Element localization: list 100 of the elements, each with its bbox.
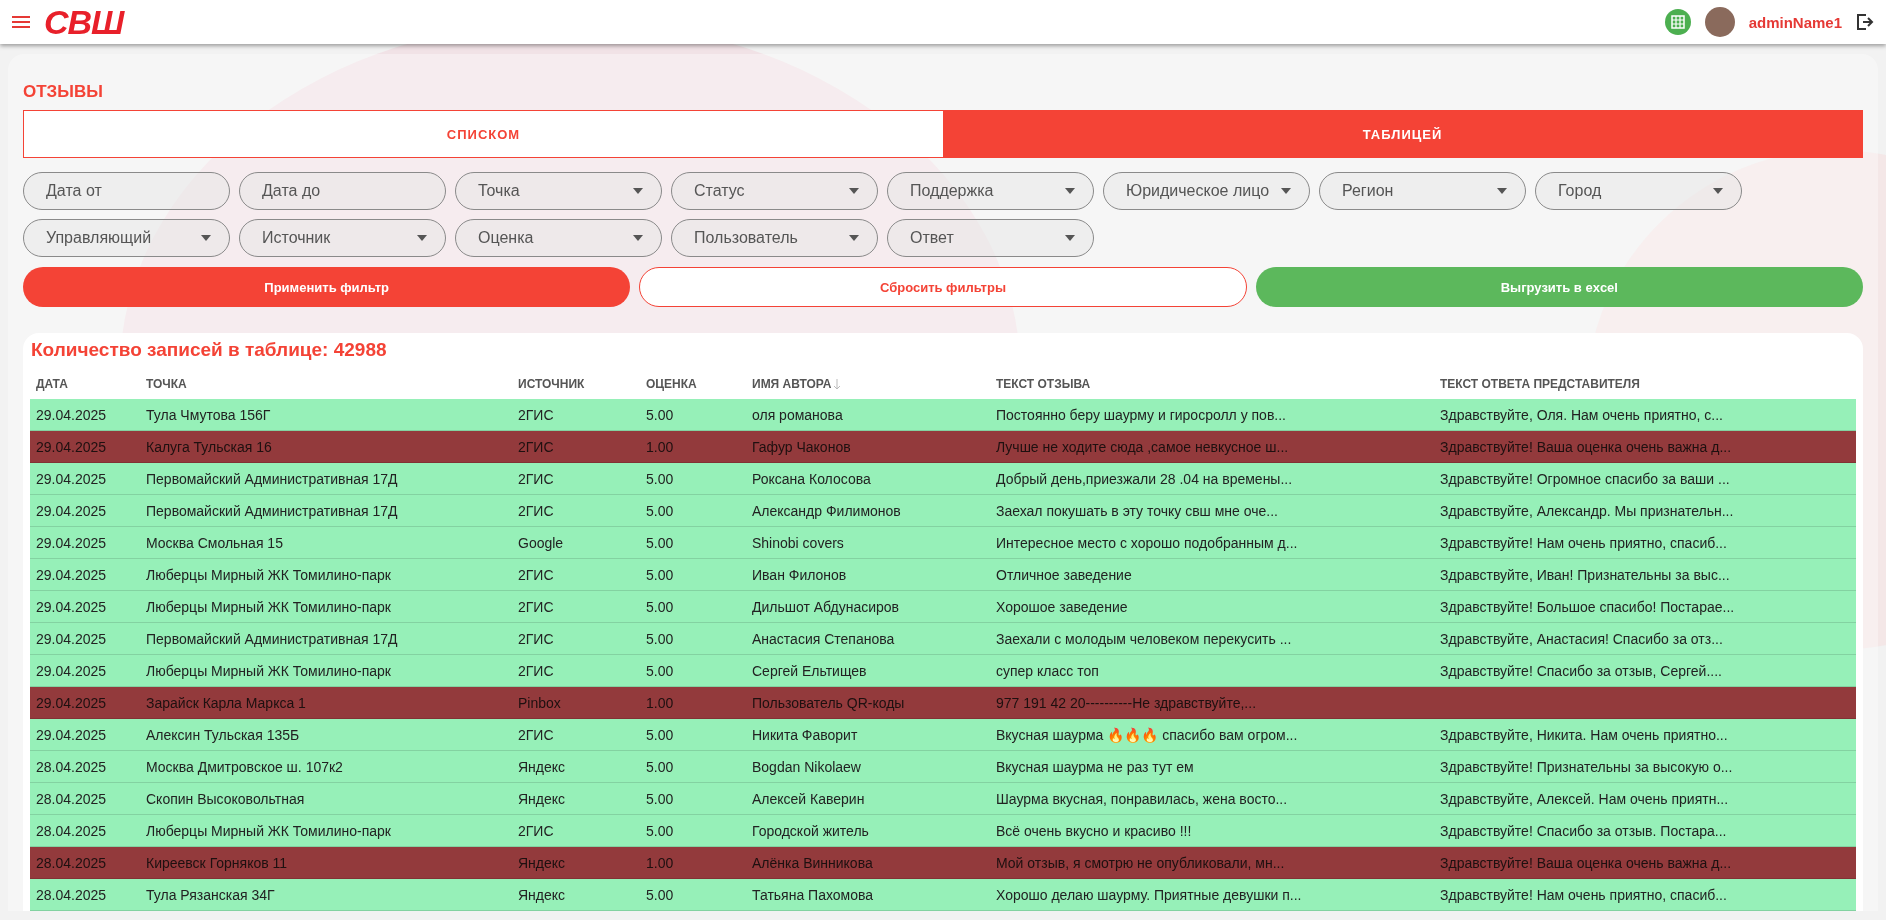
table-cell: 5.00 [640, 718, 746, 751]
record-count: Количество записей в таблице: 42988 [31, 339, 388, 361]
table-cell: Яндекс [512, 846, 640, 879]
table-cell: Алексей Каверин [746, 782, 990, 815]
user-name[interactable]: adminName1 [1748, 13, 1842, 31]
table-row[interactable]: 29.04.2025 Первомайский Административная 17Д 2ГИС 5.00 Александр Филимонов Заехал покушать в эту точку свш мне оче... Здравствуйте, Александр. Мы признательн... [30, 494, 1856, 527]
table-cell: Алексин Тульская 135Б [140, 718, 512, 751]
table-cell: Мой отзыв, я смотрю не опубликовали, мн... [990, 846, 1434, 879]
table-row[interactable]: 29.04.2025 Тула Чмутова 156Г 2ГИС 5.00 оля романова Постоянно беру шаурму и гиросролл у пов... Здравствуйте, Оля. Нам очень приятно, с... [30, 399, 1856, 431]
caret-icon [1281, 188, 1291, 194]
column-header[interactable]: ИМЯ АВТОРА [746, 377, 990, 399]
table-cell: Никита Фаворит [746, 718, 990, 751]
avatar[interactable] [1704, 7, 1735, 37]
filter-dropdown[interactable]: Точка [455, 172, 662, 210]
menu-icon[interactable] [12, 15, 30, 29]
table-cell: Люберцы Мирный ЖК Томилино-парк [140, 590, 512, 623]
table-cell: 2ГИС [512, 622, 640, 655]
date-field[interactable]: Дата от [23, 172, 230, 210]
table-cell: Городской житель [746, 814, 990, 847]
table-row[interactable]: 28.04.2025 Люберцы Мирный ЖК Томилино-парк 2ГИС 5.00 Городской житель Всё очень вкусно и красиво !!! Здравствуйте! Спасибо за отзыв. Постара... [30, 814, 1856, 847]
caret-icon [633, 235, 643, 241]
table-cell: 29.04.2025 [30, 494, 140, 527]
caret-icon [1713, 188, 1723, 194]
logo[interactable]: СВШ [44, 2, 124, 42]
table-cell: 29.04.2025 [30, 430, 140, 463]
table-cell: 28.04.2025 [30, 846, 140, 879]
table-cell: 5.00 [640, 654, 746, 687]
table-cell: Хорошое заведение [990, 590, 1434, 623]
filter-dropdown[interactable]: Поддержка [887, 172, 1094, 210]
view-tab[interactable]: ТАБЛИЦЕЙ [943, 111, 1862, 157]
table-row[interactable]: 29.04.2025 Люберцы Мирный ЖК Томилино-парк 2ГИС 5.00 Сергей Ельтищев супер класс топ Здравствуйте! Спасибо за отзыв, Сергей.... [30, 654, 1856, 687]
table-cell: 1.00 [640, 430, 746, 463]
table-cell: 5.00 [640, 494, 746, 527]
table-cell: Иван Филонов [746, 558, 990, 591]
table-cell: Тула Чмутова 156Г [140, 399, 512, 431]
column-header[interactable]: ДАТА [30, 377, 140, 399]
table-cell: Здравствуйте! Ваша оценка очень важна д... [1434, 430, 1856, 463]
table-row[interactable]: 29.04.2025 Люберцы Мирный ЖК Томилино-парк 2ГИС 5.00 Дильшот Абдунасиров Хорошое заведение Здравствуйте! Большое спасибо! Постарае... [30, 590, 1856, 623]
filter-dropdown[interactable]: Пользователь [671, 219, 878, 257]
spreadsheet-icon[interactable] [1664, 9, 1691, 35]
table-cell: 29.04.2025 [30, 526, 140, 559]
table-cell: Татьяна Пахомова [746, 878, 990, 911]
table-cell: Здравствуйте! Нам очень приятно, спасиб... [1434, 878, 1856, 911]
table-row[interactable]: 29.04.2025 Москва Смольная 15 Google 5.00 Shinobi covers Интересное место с хорошо подобранным д... Здравствуйте! Нам очень приятно, спасиб... [30, 526, 1856, 559]
table-cell: Вкусная шаурма не раз тут ем [990, 750, 1434, 783]
table-cell: 2ГИС [512, 814, 640, 847]
table-cell: 2ГИС [512, 494, 640, 527]
table-cell: Первомайский Административная 17Д [140, 622, 512, 655]
table-cell: оля романова [746, 399, 990, 431]
table-cell: 28.04.2025 [30, 782, 140, 815]
date-field[interactable]: Дата до [239, 172, 446, 210]
filter-dropdown[interactable]: Оценка [455, 219, 662, 257]
table-cell: Здравствуйте! Большое спасибо! Постарае... [1434, 590, 1856, 623]
column-header[interactable]: ТЕКСТ ОТВЕТА ПРЕДСТАВИТЕЛЯ [1434, 377, 1856, 399]
table-cell: 1.00 [640, 686, 746, 719]
apply-button[interactable]: Применить фильтр [23, 267, 631, 307]
table-cell: 977 191 42 20----------Не здравствуйте,... [990, 686, 1434, 719]
column-header[interactable]: ИСТОЧНИК [512, 377, 640, 399]
table-cell: 5.00 [640, 558, 746, 591]
logout-icon[interactable] [1856, 13, 1874, 31]
table-cell: 28.04.2025 [30, 750, 140, 783]
table-cell: Добрый день,приезжали 28 .04 на времены... [990, 462, 1434, 495]
table-cell: 29.04.2025 [30, 558, 140, 591]
table-cell: Вкусная шаурма 🔥🔥🔥 спасибо вам огром... [990, 718, 1434, 751]
table-cell: 5.00 [640, 878, 746, 911]
table-cell: Bogdan Nikolaew [746, 750, 990, 783]
filter-dropdown[interactable]: Статус [671, 172, 878, 210]
table-row[interactable]: 28.04.2025 Скопин Высоковольтная Яндекс 5.00 Алексей Каверин Шаурма вкусная, понравилась, жена восто... Здравствуйте, Алексей. Нам очень приятн... [30, 782, 1856, 815]
table-cell: Первомайский Административная 17Д [140, 462, 512, 495]
table-cell: Александр Филимонов [746, 494, 990, 527]
table-cell: 28.04.2025 [30, 878, 140, 911]
table-row[interactable]: 29.04.2025 Алексин Тульская 135Б 2ГИС 5.00 Никита Фаворит Вкусная шаурма 🔥🔥🔥 спасибо вам огром... Здравствуйте, Никита. Нам очень приятно... [30, 718, 1856, 751]
column-header[interactable]: ТОЧКА [140, 377, 512, 399]
table-row[interactable]: 29.04.2025 Первомайский Административная 17Д 2ГИС 5.00 Роксана Колосова Добрый день,приезжали 28 .04 на времены... Здравствуйте! Огромное спасибо за ваши ... [30, 462, 1856, 495]
table-cell: супер класс топ [990, 654, 1434, 687]
table-row[interactable]: 28.04.2025 Москва Дмитровское ш. 107к2 Яндекс 5.00 Bogdan Nikolaew Вкусная шаурма не раз тут ем Здравствуйте! Признательны за высокую о... [30, 750, 1856, 783]
filter-dropdown[interactable]: Город [1535, 172, 1742, 210]
caret-icon [849, 188, 859, 194]
table-row[interactable]: 29.04.2025 Первомайский Административная 17Д 2ГИС 5.00 Анастасия Степанова Заехали с молодым человеком перекусить ... Здравствуйте, Анастасия! Спасибо за отз... [30, 622, 1856, 655]
table-row[interactable]: 28.04.2025 Тула Рязанская 34Г Яндекс 5.00 Татьяна Пахомова Хорошо делаю шаурму. Приятные девушки п... Здравствуйте! Нам очень приятно, спасиб... [30, 878, 1856, 911]
filter-dropdown[interactable]: Управляющий [23, 219, 230, 257]
reset-button[interactable]: Сбросить фильтры [639, 267, 1247, 307]
table-cell: Отличное заведение [990, 558, 1434, 591]
table-cell: 2ГИС [512, 558, 640, 591]
table-cell: Яндекс [512, 878, 640, 911]
filter-dropdown[interactable]: Регион [1319, 172, 1526, 210]
table-cell: Гафур Чаконов [746, 430, 990, 463]
column-header[interactable]: ТЕКСТ ОТЗЫВА [990, 377, 1434, 399]
table-cell: Лучше не ходите сюда ,самое невкусное ш... [990, 430, 1434, 463]
table-cell: Здравствуйте! Спасибо за отзыв, Сергей.... [1434, 654, 1856, 687]
column-header[interactable]: ОЦЕНКА [640, 377, 746, 399]
table-cell: 29.04.2025 [30, 654, 140, 687]
filter-dropdown[interactable]: Ответ [887, 219, 1094, 257]
table-row[interactable]: 29.04.2025 Люберцы Мирный ЖК Томилино-парк 2ГИС 5.00 Иван Филонов Отличное заведение Здравствуйте, Иван! Признательны за выс... [30, 558, 1856, 591]
table-cell: 5.00 [640, 462, 746, 495]
view-tab[interactable]: СПИСКОМ [24, 111, 943, 157]
table-cell: Киреевск Горняков 11 [140, 846, 512, 879]
caret-icon [633, 188, 643, 194]
filter-dropdown[interactable]: Юридическое лицо [1103, 172, 1310, 210]
filter-dropdown[interactable]: Источник [239, 219, 446, 257]
